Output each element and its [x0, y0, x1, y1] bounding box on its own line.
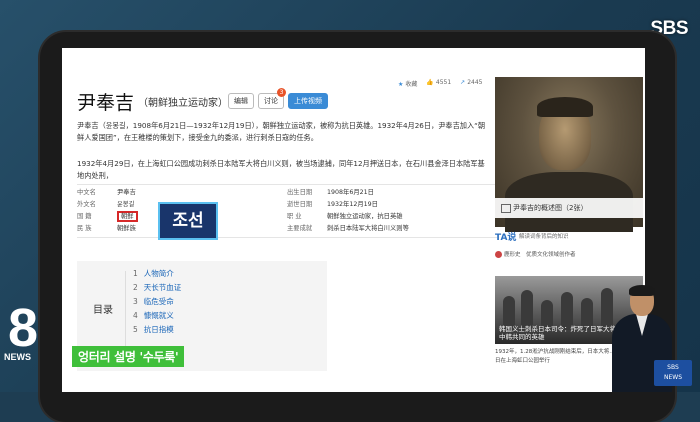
- bug-top: SBS: [667, 364, 679, 371]
- highlighted-nationality[interactable]: 朝鲜: [117, 211, 138, 222]
- info-row-nationality: 国 籍朝鲜: [77, 211, 138, 222]
- summary-paragraph-1: 尹奉吉（윤봉길，1908年6月21日—1932年12月19日），朝鲜独立运动家，…: [77, 121, 486, 142]
- ta-logo: TA说: [495, 233, 517, 243]
- author-avatar: [495, 251, 502, 258]
- photo-caption[interactable]: 尹奉吉的概述图（2张）: [495, 198, 643, 218]
- info-row: 外文名 윤봉길: [77, 201, 135, 208]
- bug-bottom: NEWS: [663, 374, 683, 381]
- like-stat[interactable]: 👍 4551: [426, 79, 451, 88]
- toc-item[interactable]: 2 天长节血证: [133, 281, 181, 295]
- info-row: 出生日期 1908年6月21日: [287, 189, 374, 196]
- news-number: 8: [8, 298, 39, 358]
- crowd-figure: [521, 290, 533, 330]
- presenter-hair: [629, 285, 655, 296]
- toc-item[interactable]: 5 抗日指模: [133, 323, 181, 337]
- toc-item[interactable]: 3 临危受命: [133, 295, 181, 309]
- star-icon: ★: [398, 81, 404, 88]
- page-title: 尹奉吉: [77, 92, 135, 114]
- gallery-icon: [501, 204, 511, 213]
- info-row: 民 族朝鲜族: [77, 225, 136, 232]
- ta-subtitle: 解读词条背后的知识: [519, 234, 569, 240]
- share-icon: ↗: [460, 79, 466, 86]
- info-row: 主要成就 刺杀日本陆军大将白川义则等: [287, 225, 409, 232]
- page-subtitle: （朝鲜独立运动家）: [138, 98, 228, 109]
- upload-video-button[interactable]: 上传视频: [288, 93, 328, 109]
- summary-paragraph-2: 1932年4月29日，在上海虹口公园成功刺杀日本陆军大将白川义则，被当场逮捕，同…: [77, 159, 485, 180]
- page-actions: 编辑 讨论 3 上传视频: [228, 88, 328, 109]
- discussion-badge: 3: [277, 88, 286, 97]
- ta-section: TA说 解读词条背后的知识 鹿形史 优质文化领域创作者: [495, 230, 643, 270]
- page-stats: ★ 收藏 👍 4551 ↗ 2445: [398, 79, 482, 88]
- toc-item[interactable]: 1 人物简介: [133, 267, 181, 281]
- korean-overlay-caption: 조선: [158, 202, 218, 240]
- thumb-icon: 👍: [426, 79, 434, 86]
- news-word: NEWS: [4, 352, 31, 362]
- ta-author-line[interactable]: 鹿形史 优质文化领域创作者: [495, 250, 576, 258]
- info-box: 中文名 尹奉吉 外文名 윤봉길 国 籍朝鲜 民 族朝鲜族 出生日期 1908年6月21…: [77, 184, 497, 238]
- news-caption: 엉터리 설명 '수두룩': [72, 346, 185, 367]
- toc-list: 1 人物简介 2 天长节血证 3 临危受命 4 慷慨就义 5 抗日指模: [133, 267, 181, 337]
- sbs-news-bug: SBS NEWS: [654, 360, 692, 386]
- toc-item[interactable]: 4 慷慨就义: [133, 309, 181, 323]
- toc-label: 目录: [93, 305, 113, 316]
- encyclopedia-page: 尹奉吉 （朝鲜独立运动家） 编辑 讨论 3 上传视频 ★ 收藏 👍 4551 ↗ 244…: [62, 48, 645, 392]
- news-logo: 8 NEWS: [0, 298, 56, 368]
- info-row: 职 业朝鲜独立运动家，抗日英雄: [287, 213, 403, 220]
- discuss-button[interactable]: 讨论 3: [258, 88, 286, 109]
- collect-stat[interactable]: ★ 收藏: [398, 79, 417, 88]
- share-stat[interactable]: ↗ 2445: [460, 79, 482, 88]
- portrait-hair: [537, 97, 593, 117]
- info-row: 逝世日期 1932年12月19日: [287, 201, 378, 208]
- info-row: 中文名 尹奉吉: [77, 189, 136, 196]
- edit-button[interactable]: 编辑: [228, 93, 254, 109]
